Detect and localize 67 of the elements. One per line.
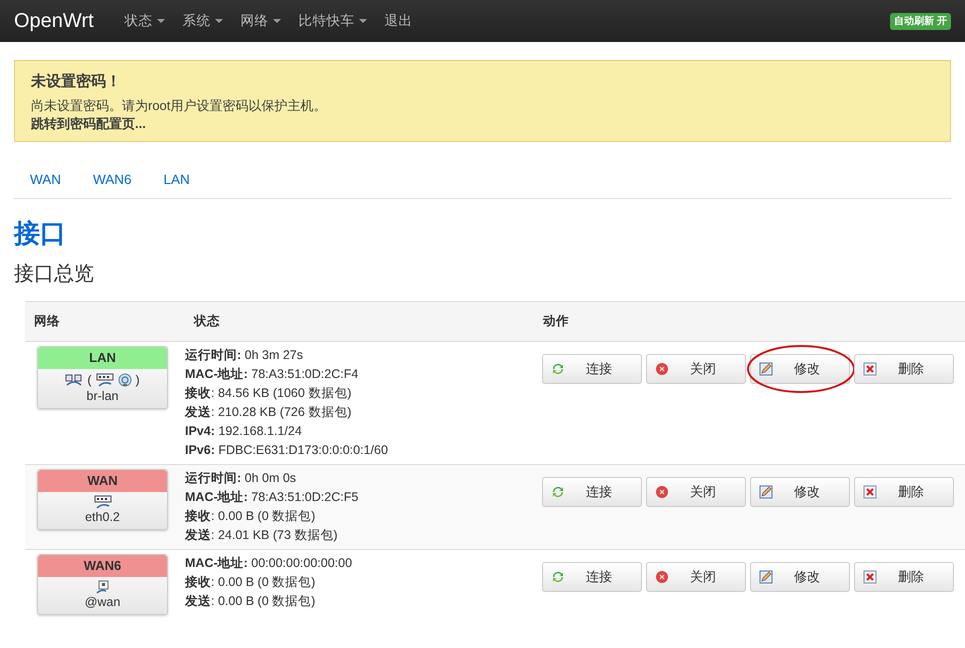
interface-name: WAN6 <box>38 555 167 577</box>
nav-menu-item[interactable]: 系统 <box>174 10 232 32</box>
status-line: IPv4: 192.168.1.1/24 <box>185 423 303 440</box>
refresh-icon <box>551 485 565 499</box>
status-line: 运行时间: 0h 3m 27s <box>185 347 304 364</box>
alert-text: 尚未设置密码。请为root用户设置密码以保护主机。 <box>31 97 328 115</box>
network-cable-icon <box>65 373 84 387</box>
status-line: MAC-地址: 78:A3:51:0D:2C:F4 <box>185 366 360 383</box>
edit-icon <box>759 362 773 376</box>
delete-icon <box>863 362 877 376</box>
ethernet-switch-icon <box>96 373 114 387</box>
stop-button[interactable]: 关闭 <box>646 354 746 384</box>
status-line: 运行时间: 0h 0m 0s <box>185 470 298 487</box>
interface-name: WAN <box>38 470 167 492</box>
edit-button[interactable]: 修改 <box>750 562 850 592</box>
bracket-text: ) <box>136 372 140 388</box>
status-line: 接收: 0.00 B (0 数据包) <box>185 574 316 591</box>
alert-link[interactable]: 跳转到密码配置页... <box>31 115 146 133</box>
delete-button[interactable]: 删除 <box>854 354 954 384</box>
column-header: 网络 <box>34 314 60 328</box>
refresh-icon <box>551 570 565 584</box>
status-line: MAC-地址: 78:A3:51:0D:2C:F5 <box>185 489 360 506</box>
column-header: 状态 <box>194 314 220 328</box>
connect-button[interactable]: 连接 <box>542 477 642 507</box>
edit-icon <box>759 485 773 499</box>
column-header: 动作 <box>543 314 569 328</box>
interface-tab[interactable]: LAN <box>148 170 206 190</box>
delete-icon <box>863 570 877 584</box>
stop-icon <box>655 485 669 499</box>
delete-button[interactable]: 删除 <box>854 562 954 592</box>
interface-tab[interactable]: WAN <box>14 170 77 190</box>
stop-icon <box>655 362 669 376</box>
page-title: 接口 <box>14 217 67 250</box>
bracket-text: ( <box>87 372 92 388</box>
edit-button[interactable]: 修改 <box>750 477 850 507</box>
edit-icon <box>759 570 773 584</box>
stop-button[interactable]: 关闭 <box>646 477 746 507</box>
status-line: 发送: 24.01 KB (73 数据包) <box>185 527 339 544</box>
stop-icon <box>655 570 669 584</box>
status-line: 接收: 0.00 B (0 数据包) <box>185 508 316 525</box>
delete-button[interactable]: 删除 <box>854 477 954 507</box>
nav-menu-item[interactable]: 状态 <box>116 10 174 32</box>
interface-tab[interactable]: WAN6 <box>77 170 148 190</box>
nav-menu-item[interactable]: 退出 <box>376 10 422 32</box>
status-line: 接收: 84.56 KB (1060 数据包) <box>185 385 352 402</box>
connect-button[interactable]: 连接 <box>542 354 642 384</box>
brand-logo[interactable]: OpenWrt <box>14 6 94 36</box>
status-line: 发送: 0.00 B (0 数据包) <box>185 593 316 610</box>
refresh-icon <box>551 362 565 376</box>
status-line: MAC-地址: 00:00:00:00:00:00 <box>185 555 354 572</box>
status-line: IPv6: FDBC:E631:D173:0:0:0:0:1/60 <box>185 442 389 459</box>
device-name: br-lan <box>86 388 120 404</box>
device-name: eth0.2 <box>84 509 121 525</box>
delete-icon <box>863 485 877 499</box>
device-name: @wan <box>84 594 122 610</box>
interface-name: LAN <box>38 347 167 369</box>
section-title: 接口总览 <box>14 262 95 288</box>
nav-menu-item[interactable]: 比特快车 <box>290 10 376 32</box>
edit-button[interactable]: 修改 <box>750 354 850 384</box>
connect-button[interactable]: 连接 <box>542 562 642 592</box>
wireless-icon <box>118 373 132 387</box>
ethernet-switch-icon <box>94 495 112 509</box>
stop-button[interactable]: 关闭 <box>646 562 746 592</box>
network-port-icon <box>96 580 110 594</box>
alert-title: 未设置密码！ <box>31 73 122 91</box>
status-line: 发送: 210.28 KB (726 数据包) <box>185 404 352 421</box>
nav-menu-item[interactable]: 网络 <box>232 10 290 32</box>
